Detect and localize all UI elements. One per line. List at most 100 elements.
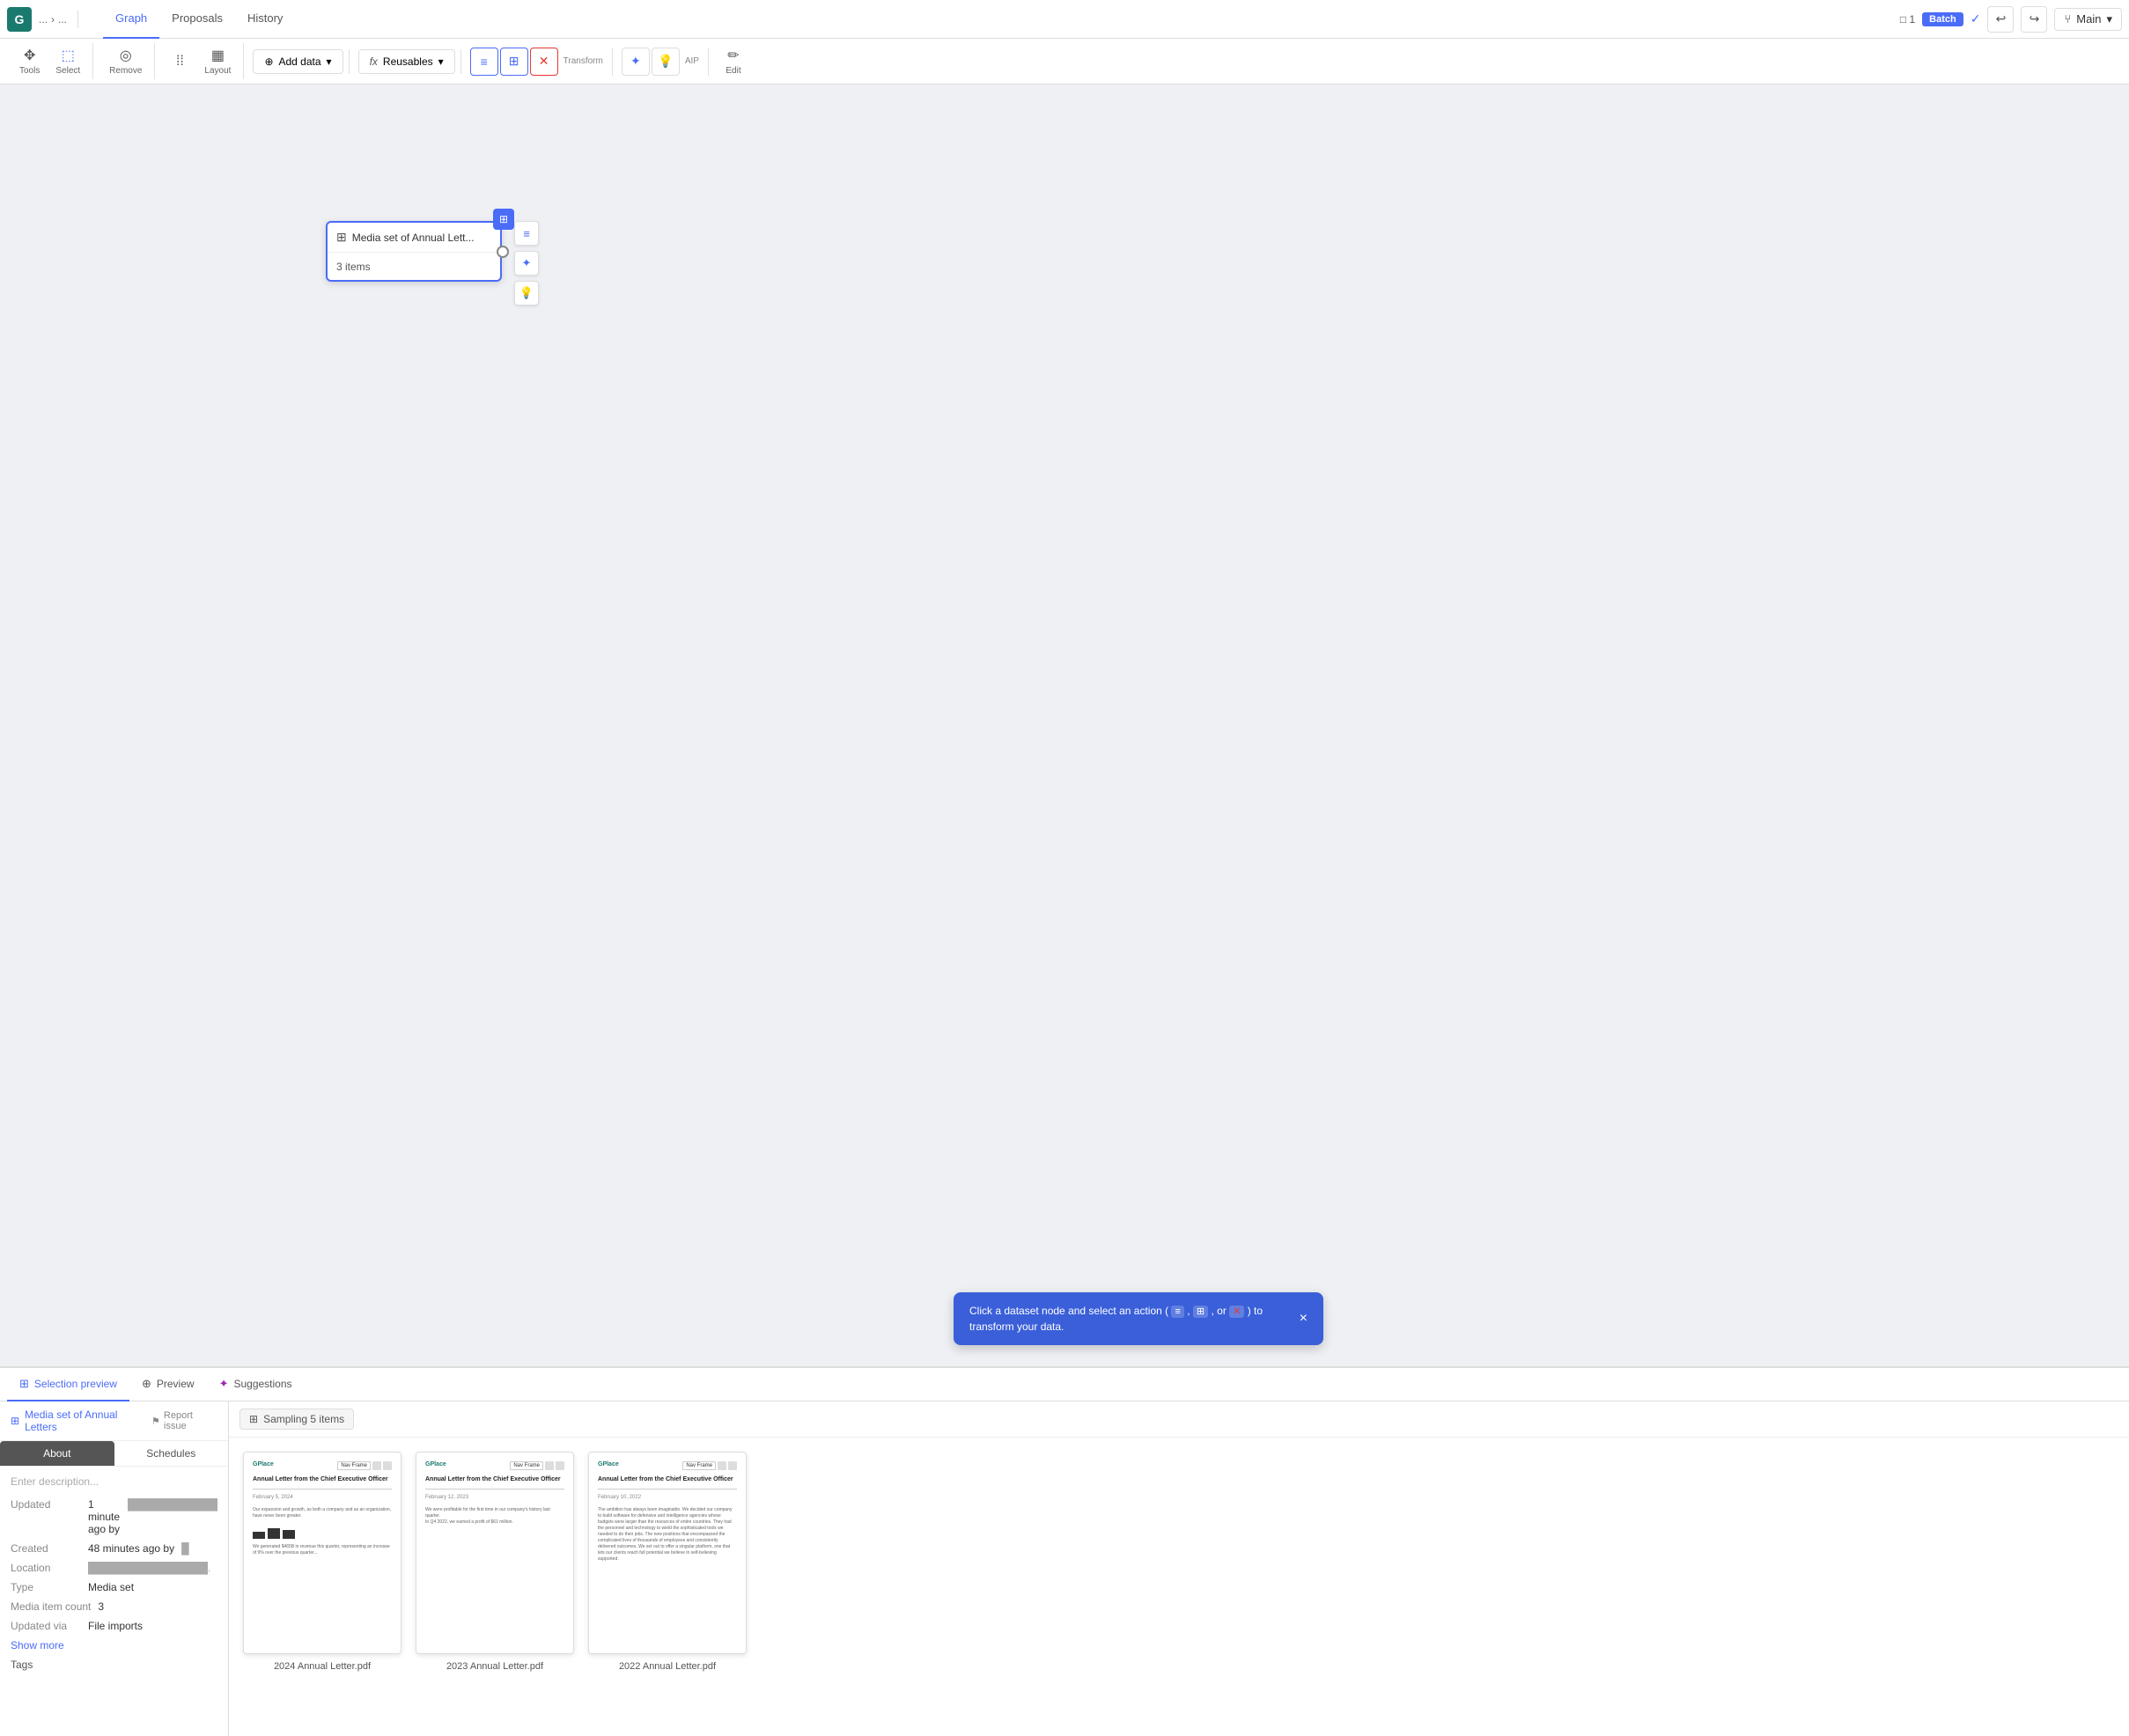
select-label: Select [55, 66, 80, 76]
tools-label: Tools [19, 66, 40, 76]
thumb-text-5: The ambition has always been imaginable.… [598, 1507, 737, 1563]
node-type-icon: ⊞ [336, 230, 347, 245]
layout-group: ⁞⁞ ▦ Layout [158, 43, 244, 79]
redo-button[interactable]: ↪ [2021, 6, 2047, 33]
tab-preview[interactable]: ⊕ Preview [129, 1368, 207, 1401]
aip-bulb-button[interactable]: 💡 [652, 48, 680, 76]
subtab-schedules[interactable]: Schedules [114, 1441, 229, 1466]
tab-suggestions[interactable]: ✦ Suggestions [207, 1368, 305, 1401]
aip-star-button[interactable]: ✦ [622, 48, 650, 76]
tooltip-close-button[interactable]: × [1300, 1311, 1308, 1327]
batch-badge: Batch [1922, 12, 1963, 26]
app-logo: G [7, 7, 32, 32]
report-icon: ⚑ [151, 1416, 160, 1427]
thumb-date-3: February 10, 2022 [598, 1495, 737, 1500]
node-action-star-button[interactable]: ✦ [514, 251, 539, 276]
info-type: Type Media set [11, 1581, 217, 1593]
tags-label: Tags [11, 1659, 217, 1671]
list-item[interactable]: GPlace Nav Frame Annual Letter from the … [588, 1452, 747, 1672]
updated-via-label: Updated via [11, 1620, 81, 1632]
transform-remove-button[interactable]: ✕ [530, 48, 558, 76]
node-action-bulb-button[interactable]: 💡 [514, 281, 539, 305]
node-action-transform-button[interactable]: ≡ [514, 221, 539, 246]
tab-proposals[interactable]: Proposals [159, 0, 235, 39]
created-user: █ [181, 1542, 189, 1555]
thumb-text-2: We generated $465B in revenue this quart… [253, 1544, 392, 1556]
edit-group: ✏ Edit [712, 43, 755, 79]
sampling-bar: ⊞ Sampling 5 items [229, 1401, 2129, 1438]
type-value: Media set [88, 1581, 134, 1593]
report-issue-link[interactable]: ⚑ Report issue [151, 1410, 217, 1431]
selection-preview-icon: ⊞ [19, 1377, 29, 1391]
canvas-area[interactable]: ⊞ ⊞ Media set of Annual Lett... 3 items … [0, 85, 2129, 1366]
remove-button[interactable]: ◎ Remove [102, 43, 149, 79]
top-bar: G ... › ... Graph Proposals History □ 1 … [0, 0, 2129, 39]
updated-via-value: File imports [88, 1620, 143, 1632]
right-panel: ⊞ Sampling 5 items GPlace Nav Frame [229, 1401, 2129, 1736]
description-placeholder[interactable]: Enter description... [11, 1475, 217, 1488]
selection-preview-label: Selection preview [34, 1378, 117, 1390]
thumb-controls-1: Nav Frame [337, 1461, 392, 1470]
updated-value: 1 minute ago by [88, 1498, 121, 1535]
tooltip-banner: Click a dataset node and select an actio… [954, 1292, 1323, 1346]
reusables-group: fx Reusables ▾ [353, 49, 461, 74]
aip-label: AIP [681, 56, 703, 66]
thumb-text-4: In Q4 2022, we earned a profit of $61 mi… [425, 1519, 564, 1526]
branch-selector[interactable]: ⑂ Main ▾ [2054, 8, 2122, 31]
thumb-chart-1 [253, 1525, 392, 1539]
info-media-count: Media item count 3 [11, 1600, 217, 1613]
sampling-badge: ⊞ Sampling 5 items [239, 1409, 354, 1430]
list-item[interactable]: GPlace Nav Frame Annual Letter from the … [243, 1452, 401, 1672]
media-count-label: Media item count [11, 1600, 91, 1613]
edit-label: Edit [726, 66, 740, 76]
reusables-chevron: ▾ [438, 55, 444, 68]
suggestions-icon: ✦ [219, 1377, 229, 1391]
layout-grid-button[interactable]: ▦ Layout [197, 43, 238, 79]
subtab-about[interactable]: About [0, 1441, 114, 1466]
edit-icon: ✏ [727, 47, 739, 64]
type-label: Type [11, 1581, 81, 1593]
item-thumbnail-1[interactable]: GPlace Nav Frame Annual Letter from the … [243, 1452, 401, 1654]
tab-selection-preview[interactable]: ⊞ Selection preview [7, 1368, 129, 1401]
node-title: Media set of Annual Lett... [352, 232, 491, 244]
tab-history[interactable]: History [235, 0, 295, 39]
select-tool-button[interactable]: ⬚ Select [48, 43, 87, 79]
item-thumbnail-3[interactable]: GPlace Nav Frame Annual Letter from the … [588, 1452, 747, 1654]
edit-button[interactable]: ✏ Edit [718, 43, 749, 79]
undo-button[interactable]: ↩ [1987, 6, 2014, 33]
item-thumbnail-2[interactable]: GPlace Nav Frame Annual Letter from the … [416, 1452, 574, 1654]
show-more-link[interactable]: Show more [11, 1639, 217, 1651]
node-action-bar: ≡ ✦ 💡 [514, 221, 539, 305]
thumb-date-2: February 12, 2023 [425, 1495, 564, 1500]
node-header: ⊞ Media set of Annual Lett... [328, 223, 500, 253]
suggestions-label: Suggestions [233, 1378, 291, 1390]
node-count: 3 items [336, 261, 371, 273]
sampling-label: Sampling 5 items [263, 1413, 344, 1425]
add-data-group: ⊕ Add data ▾ [247, 49, 349, 74]
item-filename-3: 2022 Annual Letter.pdf [619, 1661, 716, 1672]
move-icon: ✥ [24, 47, 35, 64]
node-count-badge: □ 1 [1900, 13, 1915, 26]
thumb-text-3: We were profitable for the first time in… [425, 1507, 564, 1519]
thumb-controls-3: Nav Frame [682, 1461, 737, 1470]
thumb-logo-1: GPlace [253, 1461, 274, 1468]
move-tool-button[interactable]: ✥ Tools [12, 43, 47, 79]
thumb-logo-3: GPlace [598, 1461, 619, 1468]
layout-dots-icon: ⁞⁞ [176, 54, 184, 70]
items-grid: GPlace Nav Frame Annual Letter from the … [229, 1438, 2129, 1686]
transform-grid-button[interactable]: ⊞ [500, 48, 528, 76]
transform-table-button[interactable]: ≡ [470, 48, 498, 76]
sub-tabs: About Schedules [0, 1441, 228, 1467]
thumb-logo-2: GPlace [425, 1461, 446, 1468]
dataset-node[interactable]: ⊞ Media set of Annual Lett... 3 items [326, 221, 502, 282]
node-connector[interactable] [497, 246, 509, 258]
reusables-button[interactable]: fx Reusables ▾ [358, 49, 455, 74]
node-expand-button[interactable]: ⊞ [493, 209, 514, 230]
node-container: ⊞ ⊞ Media set of Annual Lett... 3 items … [326, 221, 502, 282]
add-data-button[interactable]: ⊕ Add data ▾ [253, 49, 343, 74]
layout-dots-button[interactable]: ⁞⁞ [164, 50, 195, 73]
tab-graph[interactable]: Graph [103, 0, 159, 39]
location-label: Location [11, 1562, 81, 1574]
list-item[interactable]: GPlace Nav Frame Annual Letter from the … [416, 1452, 574, 1672]
breadcrumb: ... › ... [39, 13, 67, 26]
